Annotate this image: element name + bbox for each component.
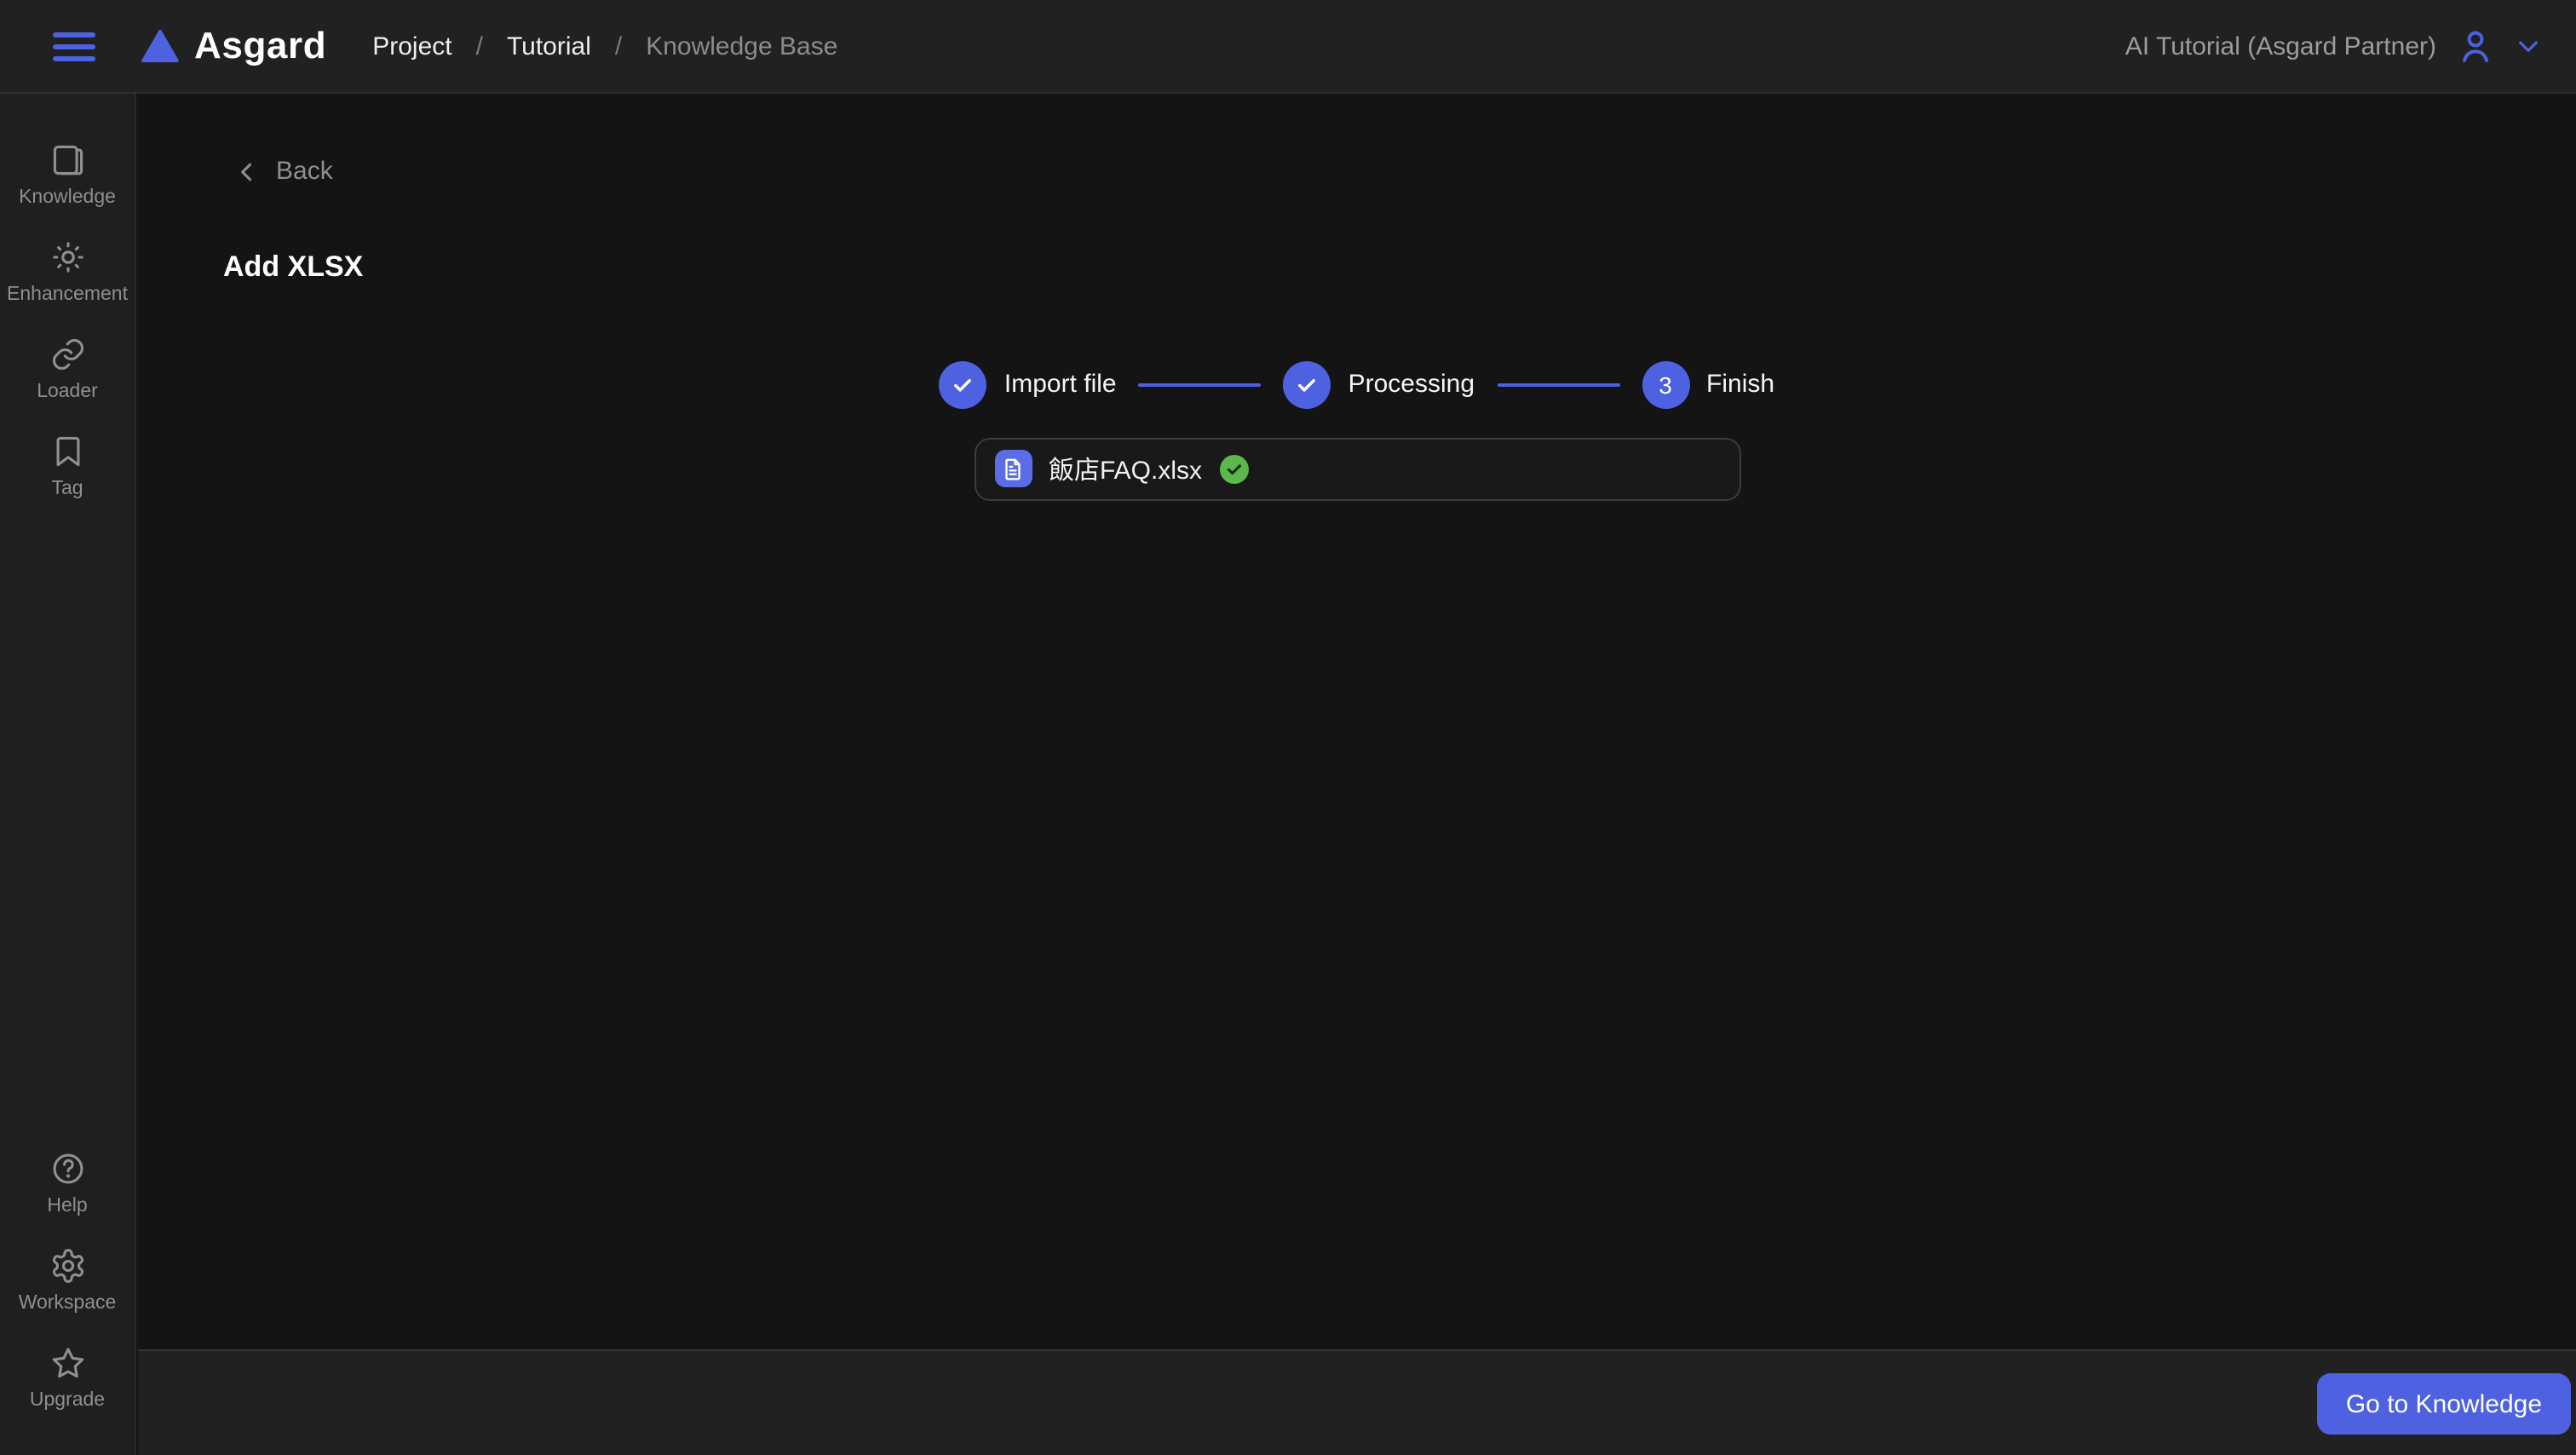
sidebar-item-workspace[interactable]: Workspace [0, 1234, 135, 1327]
sidebar-item-label: Help [47, 1196, 88, 1216]
account-label: AI Tutorial (Asgard Partner) [2125, 32, 2436, 60]
step-number: 3 [1659, 371, 1672, 398]
sidebar-bottom-group: Help Workspace Upgrade [0, 1136, 135, 1428]
star-icon [49, 1344, 86, 1382]
brand-logo[interactable]: Asgard [141, 24, 326, 68]
sidebar-item-label: Workspace [18, 1293, 117, 1314]
breadcrumb-project[interactable]: Project [372, 32, 451, 60]
sidebar-item-label: Enhancement [7, 285, 128, 305]
step-label: Processing [1348, 370, 1475, 399]
step-label: Finish [1706, 370, 1775, 399]
step-check-circle [939, 360, 987, 408]
breadcrumb-current: Knowledge Base [646, 32, 838, 60]
step-connector [1497, 382, 1620, 386]
app-window: Asgard Project / Tutorial / Knowledge Ba… [0, 0, 2576, 1455]
sidebar-item-loader[interactable]: Loader [0, 322, 135, 416]
footer-bar: Go to Knowledge [138, 1349, 2576, 1455]
triangle-logo-icon [141, 29, 179, 63]
step-connector [1138, 382, 1262, 386]
gear-icon [49, 1247, 86, 1285]
step-processing: Processing [1283, 360, 1475, 408]
book-icon [49, 141, 86, 179]
sidebar-item-label: Knowledge [19, 187, 116, 208]
help-icon [49, 1150, 86, 1188]
sun-icon [49, 239, 86, 276]
step-label: Import file [1003, 370, 1117, 399]
stepper: Import file Processing 3 Finish [138, 360, 2576, 408]
back-button[interactable]: Back [235, 157, 333, 186]
account-area: AI Tutorial (Asgard Partner) [2125, 26, 2542, 66]
sidebar-item-label: Upgrade [29, 1390, 106, 1411]
step-number-circle: 3 [1642, 360, 1690, 408]
sidebar-item-knowledge[interactable]: Knowledge [0, 128, 135, 221]
link-icon [49, 336, 86, 373]
chevron-down-icon[interactable] [2515, 32, 2542, 60]
check-icon [954, 378, 972, 391]
top-bar: Asgard Project / Tutorial / Knowledge Ba… [0, 0, 2576, 94]
sidebar-item-label: Loader [37, 382, 98, 402]
back-label: Back [276, 157, 333, 186]
page-title: Add XLSX [223, 250, 364, 282]
sidebar-item-enhancement[interactable]: Enhancement [0, 225, 135, 319]
breadcrumb-separator: / [614, 32, 623, 60]
file-doc-icon [994, 450, 1032, 487]
breadcrumb-tutorial[interactable]: Tutorial [507, 32, 591, 60]
user-icon[interactable] [2455, 26, 2496, 66]
sidebar-top-group: Knowledge Enhancement Loader Tag [0, 128, 135, 516]
sidebar-item-tag[interactable]: Tag [0, 419, 135, 513]
menu-icon[interactable] [53, 32, 95, 60]
file-name: 飯店FAQ.xlsx [1049, 456, 1203, 485]
step-check-circle [1283, 360, 1331, 408]
sidebar: Knowledge Enhancement Loader Tag Help Wo… [0, 94, 136, 1455]
check-icon [1298, 378, 1316, 391]
breadcrumb-separator: / [475, 32, 483, 60]
file-success-icon [1219, 454, 1249, 483]
main-content: Back Add XLSX Import file Processing 3 F… [138, 94, 2576, 1349]
bookmark-icon [49, 433, 86, 470]
uploaded-file-card[interactable]: 飯店FAQ.xlsx [974, 437, 1740, 500]
brand-name: Asgard [194, 24, 327, 66]
step-import-file: Import file [939, 360, 1117, 408]
sidebar-item-label: Tag [51, 479, 83, 499]
step-finish: 3 Finish [1642, 360, 1774, 408]
breadcrumb: Project / Tutorial / Knowledge Base [372, 32, 837, 60]
sidebar-item-help[interactable]: Help [0, 1136, 135, 1230]
sidebar-item-upgrade[interactable]: Upgrade [0, 1331, 135, 1424]
go-to-knowledge-button[interactable]: Go to Knowledge [2316, 1373, 2571, 1435]
chevron-left-icon [241, 162, 252, 181]
